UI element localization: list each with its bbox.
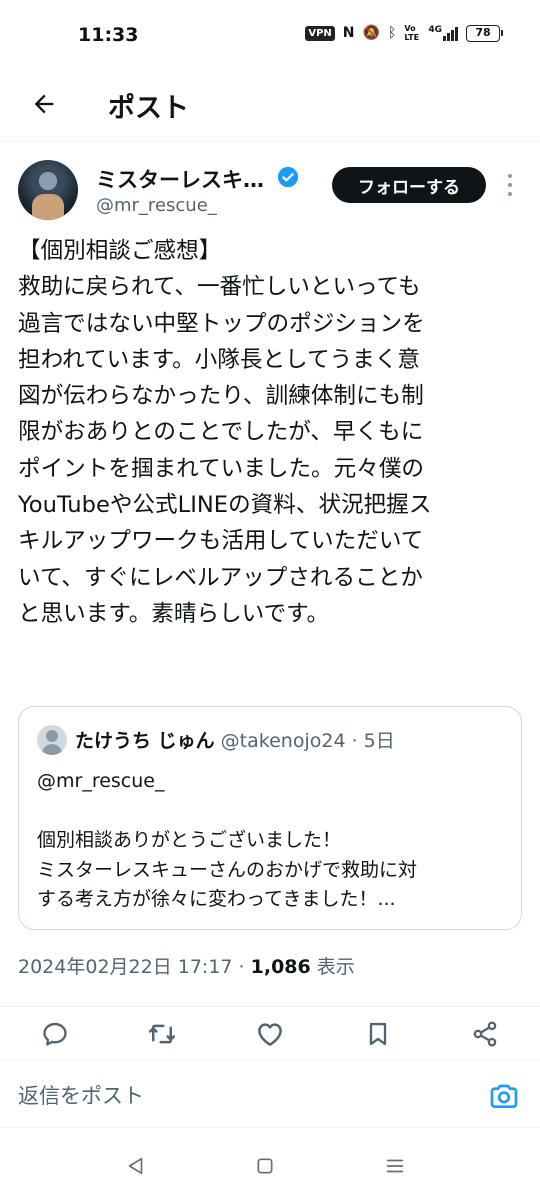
reply-composer [0, 1062, 540, 1128]
volte-icon: Vo LTE [404, 24, 420, 42]
quote-author-name: たけうち じゅん [75, 730, 215, 752]
share-icon [473, 1021, 497, 1047]
nfc-icon: N [342, 25, 355, 41]
meta-separator: · [232, 956, 251, 978]
heart-icon [258, 1023, 282, 1046]
bluetooth-icon: ᛒ [387, 25, 397, 41]
status-bar: 11:33 VPN N 🔕 ᛒ Vo LTE 4G 78 [0, 0, 540, 70]
reply-icon [43, 1022, 67, 1046]
reply-button[interactable] [40, 1019, 70, 1049]
post-timestamp[interactable]: 2024年02月22日 17:17 [18, 956, 233, 978]
author-name[interactable]: ミスターレスキ… [96, 164, 264, 194]
follow-button[interactable]: フォローする [332, 167, 486, 203]
repost-icon [148, 1024, 176, 1044]
post-author: ミスターレスキ… @mr_rescue_ フォローする [0, 150, 540, 230]
top-app-bar: ポスト [0, 70, 540, 142]
camera-icon [490, 1084, 518, 1108]
quoted-post[interactable]: たけうち じゅん @takenojo24 · 5日 @mr_rescue_ 個別… [18, 706, 522, 930]
battery-icon: 78 [466, 24, 503, 42]
post-meta: 2024年02月22日 17:17 · 1,086 表示 [18, 952, 355, 979]
page-title: ポスト [108, 93, 189, 124]
arrow-left-icon [34, 94, 54, 114]
avatar[interactable] [18, 160, 78, 220]
reply-input[interactable] [18, 1078, 458, 1114]
quote-separator: · [345, 730, 364, 752]
post-text: 【個別相談ご感想】 救助に戻られて、一番忙しいといっても 過言ではない中堅トップ… [18, 238, 432, 627]
vpn-icon: VPN [305, 25, 335, 41]
bookmark-icon [369, 1022, 387, 1046]
like-button[interactable] [255, 1019, 285, 1049]
author-handle[interactable]: @mr_rescue_ [96, 195, 217, 216]
status-time: 11:33 [78, 24, 139, 46]
quote-author-handle: @takenojo24 [220, 730, 346, 752]
post-actions [0, 1006, 540, 1060]
share-button[interactable] [470, 1019, 500, 1049]
quote-header: たけうち じゅん @takenojo24 · 5日 [75, 726, 395, 753]
network-type: 4G [428, 25, 442, 35]
back-button[interactable] [24, 84, 64, 124]
system-nav-bar [0, 1130, 540, 1200]
signal-icon: 4G [428, 25, 458, 41]
verified-badge-icon [277, 166, 299, 188]
views-label: 表示 [310, 956, 355, 978]
triangle-back-icon [128, 1157, 143, 1175]
nav-recents-button[interactable] [381, 1152, 409, 1180]
more-options-icon[interactable] [500, 172, 520, 198]
quote-text: @mr_rescue_ 個別相談ありがとうございました！ ミスターレスキューさん… [37, 770, 418, 910]
nav-back-button[interactable] [122, 1152, 150, 1180]
camera-button[interactable] [488, 1080, 520, 1112]
quote-time: 5日 [363, 730, 395, 752]
quote-avatar [37, 725, 67, 755]
status-icons: VPN N 🔕 ᛒ Vo LTE 4G 78 [305, 24, 503, 42]
menu-recents-icon [386, 1159, 404, 1173]
bookmark-button[interactable] [363, 1019, 393, 1049]
views-count: 1,086 [250, 956, 311, 978]
square-home-icon [257, 1158, 273, 1174]
mute-icon: 🔕 [362, 25, 380, 41]
repost-button[interactable] [147, 1019, 177, 1049]
nav-home-button[interactable] [251, 1152, 279, 1180]
